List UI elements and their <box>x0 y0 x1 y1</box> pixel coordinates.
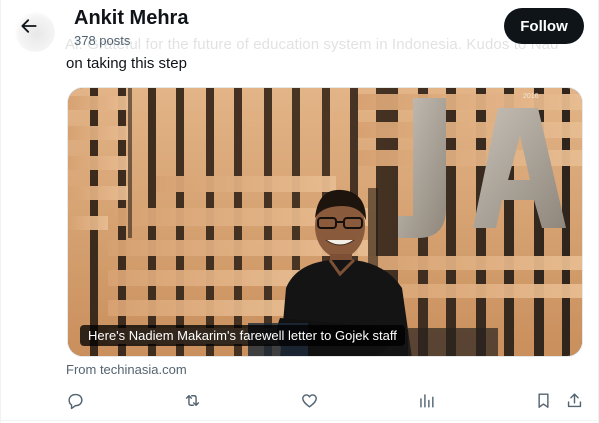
arrow-left-icon <box>21 19 37 33</box>
repost-icon <box>185 394 199 406</box>
repost-button[interactable] <box>180 388 204 412</box>
share-icon <box>567 392 581 407</box>
views-button[interactable] <box>414 388 438 412</box>
profile-header: Ankit Mehra 378 posts Follow <box>1 0 599 54</box>
link-card[interactable]: 2016 Here's Nadiem Makarim's farewell le… <box>67 87 583 357</box>
share-button[interactable] <box>562 388 586 412</box>
action-bar <box>1 388 599 414</box>
follow-button[interactable]: Follow <box>504 8 584 44</box>
divider <box>1 420 599 421</box>
bookmark-button[interactable] <box>531 388 555 412</box>
post-count: 378 posts <box>74 33 131 48</box>
back-button[interactable] <box>9 6 49 46</box>
reply-button[interactable] <box>63 388 87 412</box>
bookmark-icon <box>537 392 549 408</box>
card-source[interactable]: From techinasia.com <box>66 362 187 377</box>
post-column: Al. Grateful for the future of education… <box>0 0 599 423</box>
profile-name: Ankit Mehra <box>74 7 189 29</box>
like-button[interactable] <box>297 388 321 412</box>
views-icon <box>419 393 434 408</box>
tweet-text: on taking this step <box>66 55 187 72</box>
image-year-badge: 2016 <box>523 93 539 100</box>
card-image: 2016 <box>68 88 582 356</box>
like-icon <box>301 393 317 408</box>
reply-icon <box>67 393 83 409</box>
card-caption: Here's Nadiem Makarim's farewell letter … <box>80 325 405 346</box>
